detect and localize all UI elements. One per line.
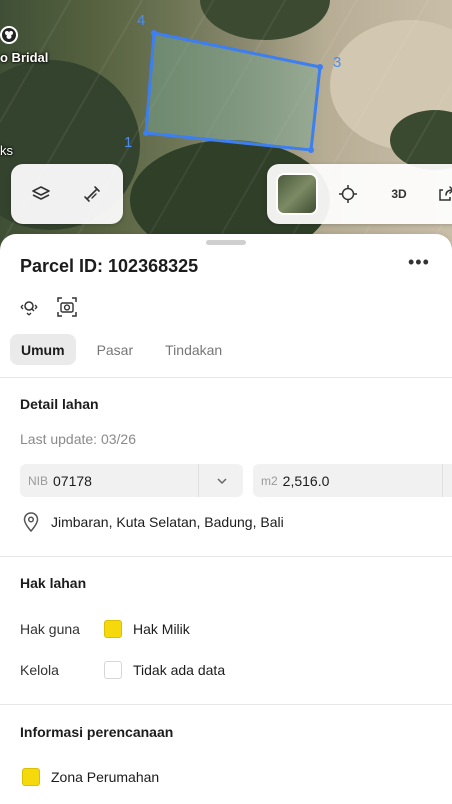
chevron-down-icon[interactable] — [216, 475, 228, 487]
rights-label-kelola: Kelola — [20, 662, 59, 678]
corner-number: 3 — [333, 54, 342, 71]
color-swatch-empty — [104, 661, 122, 679]
parcel-vertex — [308, 147, 314, 153]
nib-value: 07178 — [53, 472, 92, 489]
parcel-vertex — [151, 30, 157, 36]
locate-button[interactable] — [328, 174, 368, 214]
map-side-label: ks — [0, 143, 13, 158]
field-divider — [442, 464, 443, 497]
divider — [0, 704, 452, 705]
area-value: 2,516.0 — [282, 472, 330, 489]
crosshair-icon — [339, 185, 357, 203]
zone-text: Zona Perumahan — [51, 769, 160, 785]
more-options-button[interactable]: ••• — [408, 252, 430, 273]
zoom-search-icon — [20, 301, 38, 316]
share-button[interactable] — [427, 174, 452, 214]
place-pin-icon[interactable] — [0, 26, 18, 44]
map-tools-panel — [11, 164, 123, 224]
screenshot-button[interactable] — [56, 296, 78, 318]
color-swatch-zone — [22, 768, 40, 786]
field-divider — [198, 464, 199, 497]
address-text: Jimbaran, Kuta Selatan, Badung, Bali — [51, 514, 284, 530]
parcel-polygon — [144, 31, 322, 152]
map-view-panel: 3D — [267, 164, 452, 224]
location-pin-icon — [23, 512, 39, 532]
zoom-to-parcel-button[interactable] — [18, 296, 40, 318]
section-title-rights: Hak lahan — [20, 575, 87, 591]
parcel-vertex — [317, 64, 323, 70]
parcel-vertex — [143, 130, 149, 136]
area-unit: m2 — [261, 473, 278, 488]
section-title-detail: Detail lahan — [20, 396, 99, 412]
divider — [0, 377, 452, 378]
corner-number: 1 — [124, 134, 133, 151]
tab-umum[interactable]: Umum — [10, 334, 76, 365]
divider — [0, 556, 452, 557]
layers-icon — [32, 186, 50, 200]
corner-number: 4 — [137, 12, 146, 29]
tab-tindakan[interactable]: Tindakan — [154, 334, 233, 365]
nib-select[interactable]: NIB 07178 — [20, 464, 243, 497]
tab-bar: Umum Pasar Tindakan — [10, 334, 243, 365]
tab-pasar[interactable]: Pasar — [86, 334, 145, 365]
color-swatch-hak-milik — [104, 620, 122, 638]
parcel-tools — [18, 296, 78, 318]
measure-button[interactable] — [72, 174, 112, 214]
nib-prefix: NIB — [28, 473, 49, 488]
parcel-title: Parcel ID: 102368325 — [20, 256, 199, 276]
camera-icon — [57, 297, 77, 317]
share-icon — [439, 186, 452, 201]
rights-value-kelola: Tidak ada data — [133, 662, 226, 678]
place-label[interactable]: o Bridal — [0, 50, 48, 65]
drag-handle[interactable] — [206, 240, 246, 245]
parcel-detail-sheet: Parcel ID: 102368325 ••• Umum Pasar Tind… — [0, 234, 452, 804]
satellite-thumbnail[interactable] — [276, 173, 318, 215]
last-update-text: Last update: 03/26 — [20, 431, 136, 447]
area-field[interactable]: m2 2,516.0 — [253, 464, 452, 497]
ruler-icon — [84, 186, 100, 202]
satellite-map[interactable]: 1 3 4 o Bridal ks 3D — [0, 0, 452, 250]
view-3d-button[interactable]: 3D — [379, 174, 419, 214]
rights-value-hak-guna: Hak Milik — [133, 621, 190, 637]
layers-button[interactable] — [21, 174, 61, 214]
rights-label-hak-guna: Hak guna — [20, 621, 80, 637]
section-title-planning: Informasi perencanaan — [20, 724, 174, 740]
